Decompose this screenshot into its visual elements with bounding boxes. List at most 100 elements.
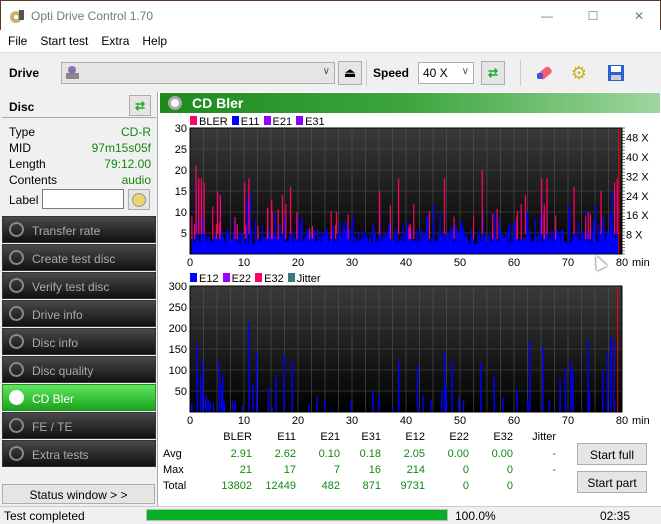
menu-help[interactable]: Help — [134, 30, 172, 50]
menu-file[interactable]: File — [0, 30, 32, 50]
x-tick-label: 10 — [238, 257, 250, 269]
nav-item-cd-bler[interactable]: CD Bler — [2, 384, 156, 411]
nav-item-create-test-disc[interactable]: Create test disc — [2, 244, 156, 271]
bler-bar — [191, 216, 193, 239]
window-title: Opti Drive Control 1.70 — [31, 9, 154, 23]
label-input[interactable] — [42, 189, 124, 209]
bler-bar — [453, 216, 455, 239]
nav-label: Create test disc — [32, 252, 116, 266]
e12-bar — [350, 400, 352, 412]
e12-bar — [564, 367, 567, 412]
stat-cell: 2.62 — [274, 448, 296, 460]
status-window-button[interactable]: Status window > > — [2, 484, 155, 504]
label-disc-button[interactable] — [128, 189, 150, 210]
speed-tick-label: 8 X — [626, 230, 643, 242]
erase-button[interactable] — [533, 61, 557, 85]
e12-bar — [323, 399, 326, 412]
e12-bar — [602, 370, 604, 412]
save-button[interactable] — [604, 61, 628, 85]
y-tick-label: 100 — [169, 365, 187, 377]
bler-bar — [492, 213, 494, 239]
e11-bar — [568, 203, 570, 254]
disc-icon — [9, 390, 24, 405]
disc-icon — [9, 278, 24, 293]
minimize-icon: — — [541, 9, 553, 23]
e12-bar — [191, 403, 193, 412]
nav-item-extra-tests[interactable]: Extra tests — [2, 440, 156, 467]
nav-item-disc-quality[interactable]: Disc quality — [2, 356, 156, 383]
menu-extra[interactable]: Extra — [93, 30, 134, 50]
nav-item-drive-info[interactable]: Drive info — [2, 300, 156, 327]
y-tick-label: 150 — [169, 344, 187, 356]
stat-cell: 482 — [321, 480, 340, 492]
eject-button[interactable]: ⏏ — [338, 61, 362, 85]
stat-cell: 2.05 — [403, 448, 425, 460]
nav-item-verify-test-disc[interactable]: Verify test disc — [2, 272, 156, 299]
y-tick-label: 25 — [175, 144, 187, 156]
bler-bar — [397, 178, 400, 234]
close-button[interactable]: ✕ — [616, 1, 661, 31]
stat-row-label: Total — [163, 480, 187, 492]
nav-item-disc-info[interactable]: Disc info — [2, 328, 156, 355]
bler-bar — [389, 204, 391, 239]
e12-bar — [430, 399, 432, 412]
x-tick-label: 80 — [616, 415, 628, 427]
nav-label: Disc info — [32, 336, 79, 350]
e12-bar — [377, 397, 380, 412]
e12-bar — [613, 340, 615, 412]
e12-bar — [234, 401, 236, 412]
bler-bar — [236, 224, 238, 239]
start-full-button[interactable]: Start full — [577, 443, 647, 465]
disc-icon — [9, 446, 24, 461]
refresh-arrows-icon: ⇄ — [487, 66, 499, 80]
stat-cell: - — [552, 448, 556, 460]
stat-cell: 17 — [283, 464, 296, 476]
maximize-button[interactable]: ☐ — [570, 1, 616, 31]
settings-button[interactable]: ⚙ — [567, 61, 591, 85]
e11-bar — [595, 203, 597, 254]
minimize-button[interactable]: — — [524, 1, 570, 31]
section-title: CD Bler — [192, 95, 244, 111]
refresh-button[interactable]: ⇄ — [481, 61, 505, 85]
x-tick-label: 60 — [508, 415, 520, 427]
e12-bar — [267, 388, 270, 412]
speed-select[interactable]: 40 X ∨ — [418, 62, 474, 84]
e12-bar — [445, 386, 447, 412]
maximize-icon: ☐ — [587, 9, 599, 23]
nav-item-transfer-rate[interactable]: Transfer rate — [2, 216, 156, 243]
bler-bar — [296, 212, 298, 239]
bler-bar — [541, 178, 543, 234]
disc-refresh-button[interactable]: ⇄ — [129, 95, 151, 116]
y-tick-label: 50 — [175, 386, 187, 398]
x-tick-label: 20 — [292, 415, 304, 427]
nav-item-fe-te[interactable]: FE / TE — [2, 412, 156, 439]
bler-bar — [555, 215, 557, 239]
e12-bar — [451, 361, 453, 412]
e12-bar — [212, 403, 215, 412]
speed-value: 40 X — [423, 66, 448, 80]
e11-bar — [246, 199, 249, 254]
stat-cell: - — [552, 464, 556, 476]
bler-bar — [289, 186, 292, 234]
nav-label: Disc quality — [32, 364, 94, 378]
e12-bar — [502, 397, 504, 412]
e12-chart: 50 100 150 200 250 300 0 10 20 30 40 50 60 70 80 min — [169, 281, 650, 427]
nav-label: Extra tests — [32, 448, 89, 462]
bler-bar — [347, 214, 349, 239]
stat-cell: 0 — [506, 480, 513, 492]
app-icon — [10, 10, 24, 23]
e11-bar — [514, 220, 516, 254]
y-tick-label: 5 — [181, 228, 187, 240]
disc-icon — [9, 306, 24, 321]
start-part-button[interactable]: Start part — [577, 471, 647, 493]
e12-bar — [205, 395, 207, 412]
drive-select[interactable]: (F:) PLEXTOR DVDR PX-760A 1.07 ∨ — [61, 62, 335, 108]
bler-bar — [215, 224, 217, 239]
e12-bar — [588, 391, 591, 412]
bler-bar — [481, 170, 483, 234]
x-tick-label: 30 — [346, 415, 358, 427]
menu-start-test[interactable]: Start test — [32, 30, 93, 50]
e12-bar — [201, 360, 204, 412]
bler-chart: 5 10 15 20 25 30 0 10 20 30 40 50 60 70 80 min 8 X 16 X 24… — [175, 123, 650, 269]
stat-cell: 16 — [368, 464, 381, 476]
